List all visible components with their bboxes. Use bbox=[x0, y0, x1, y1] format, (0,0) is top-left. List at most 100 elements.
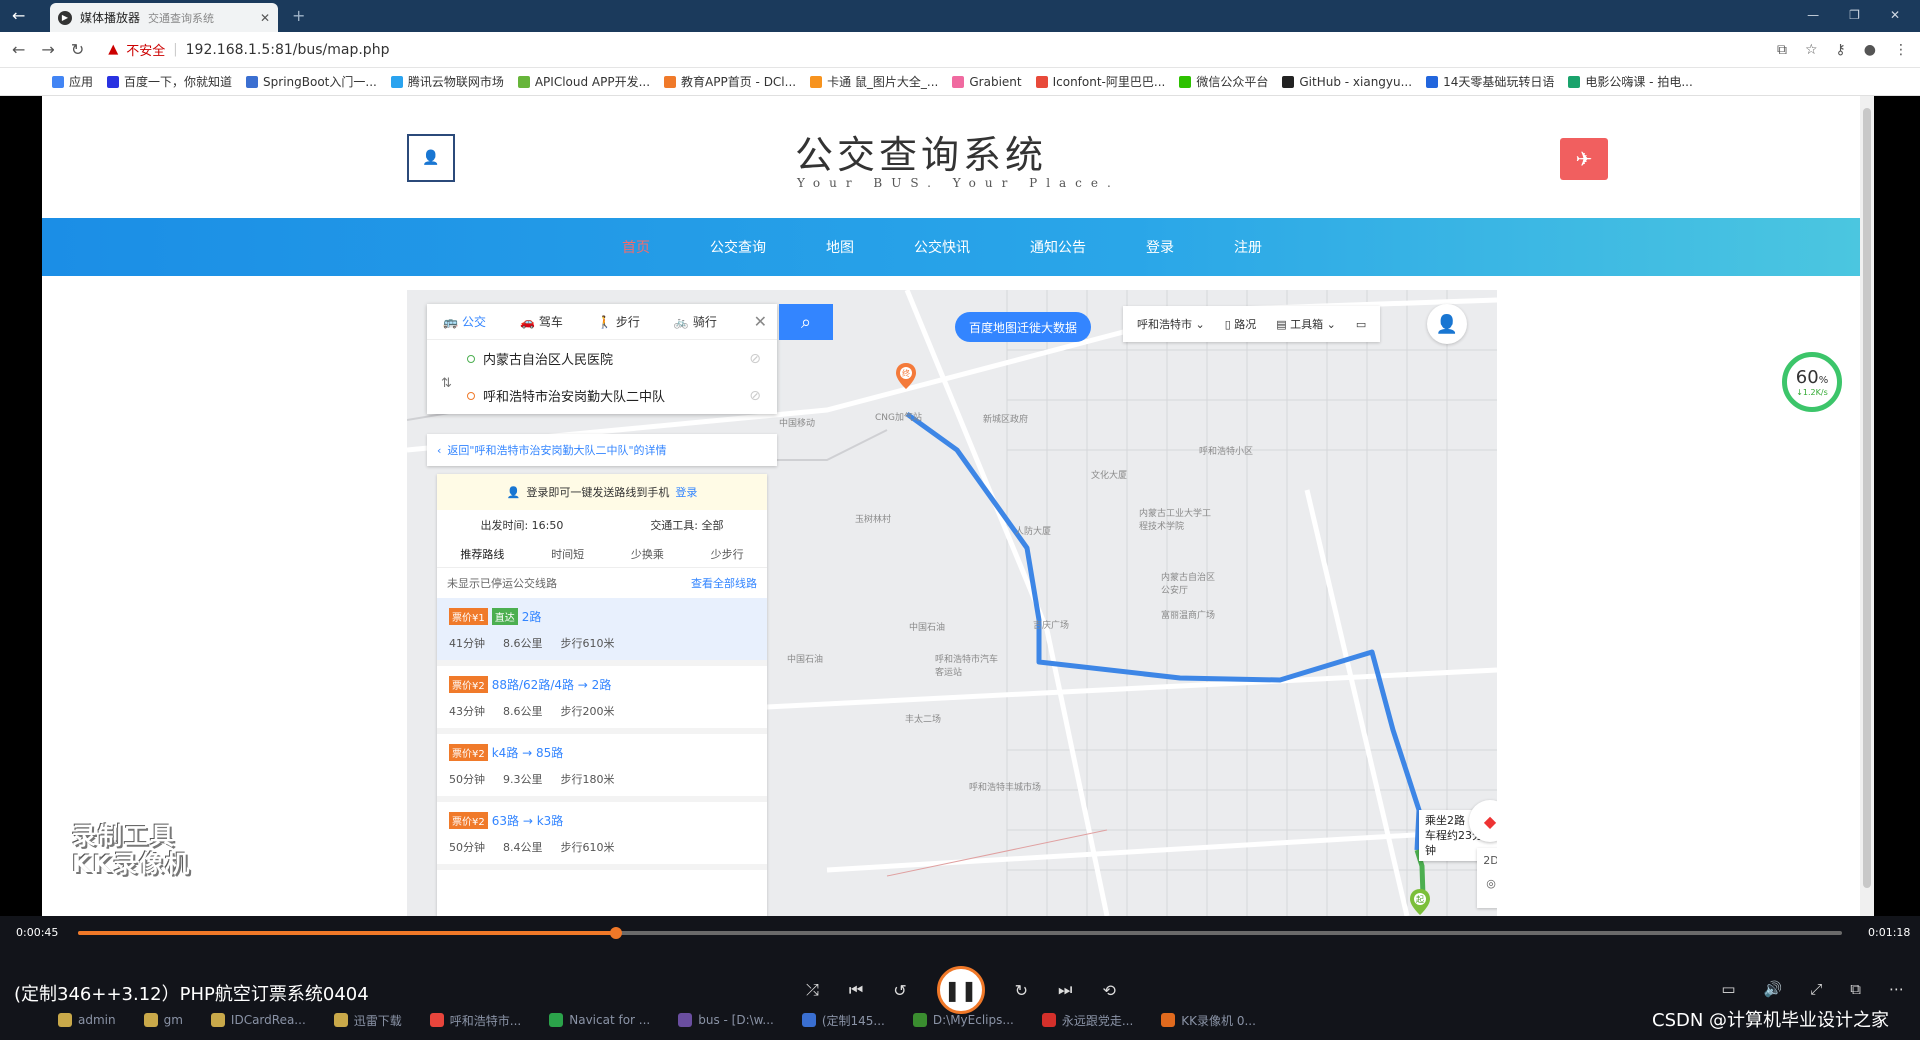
taskbar-item[interactable]: 呼和浩特市... bbox=[429, 1012, 521, 1029]
view-all-link[interactable]: 查看全部线路 bbox=[691, 575, 757, 591]
depart-time-select[interactable]: 出发时间: 16:50 bbox=[480, 517, 563, 533]
clear-end-icon[interactable]: ⊘ bbox=[749, 388, 761, 404]
nav-item[interactable]: 公交快讯 bbox=[914, 237, 970, 257]
tab-close-icon[interactable]: ✕ bbox=[260, 11, 270, 25]
taskbar-item[interactable]: Navicat for ... bbox=[549, 1013, 650, 1027]
bookmark-item[interactable]: 应用 bbox=[52, 73, 93, 90]
route-plan[interactable]: 票价¥2 88路/62路/4路 → 2路 43分钟 8.6公里 步行200米 bbox=[437, 666, 767, 734]
miniplayer-icon[interactable]: ⧉ bbox=[1850, 980, 1861, 998]
subtitles-icon[interactable]: ▭ bbox=[1721, 980, 1735, 998]
nav-item[interactable]: 登录 bbox=[1146, 237, 1174, 257]
taskbar-item[interactable]: 迅雷下载 bbox=[333, 1012, 402, 1029]
bookmark-item[interactable]: 微信公众平台 bbox=[1179, 73, 1268, 90]
start-input[interactable]: 内蒙古自治区人民医院 ⊘ bbox=[427, 340, 777, 377]
route-plan[interactable]: 票价¥2 63路 → k3路 50分钟 8.4公里 步行610米 bbox=[437, 802, 767, 870]
bookmark-item[interactable]: GitHub - xiangyu... bbox=[1282, 75, 1412, 89]
back-icon[interactable]: ← bbox=[12, 40, 25, 59]
sort-tab[interactable]: 少步行 bbox=[711, 546, 744, 562]
2d-toggle[interactable]: 2D bbox=[1483, 854, 1497, 867]
mode-tab[interactable]: 🚌 公交 bbox=[443, 313, 486, 330]
chat-icon[interactable]: ▭ bbox=[1356, 318, 1366, 331]
route-plan[interactable]: 票价¥1 直达 2路 41分钟 8.6公里 步行610米 bbox=[437, 598, 767, 666]
migration-banner[interactable]: 百度地图迁徙大数据 bbox=[955, 312, 1092, 342]
clear-start-icon[interactable]: ⊘ bbox=[749, 351, 761, 367]
fullscreen-icon[interactable]: ⤢ bbox=[1810, 980, 1822, 998]
translate-icon[interactable]: ⧉ bbox=[1777, 42, 1787, 58]
taskbar-item[interactable]: KK录像机 0... bbox=[1161, 1012, 1256, 1029]
progress-bar[interactable] bbox=[78, 927, 1842, 939]
url-box[interactable]: ▲ 不安全 | 192.168.1.5:81/bus/map.php bbox=[108, 40, 390, 60]
scrollbar-thumb[interactable] bbox=[1863, 108, 1871, 888]
repeat-icon[interactable]: ⟲ bbox=[1102, 981, 1115, 1000]
url-text[interactable]: 192.168.1.5:81/bus/map.php bbox=[186, 42, 390, 58]
search-button[interactable]: ⌕ bbox=[779, 304, 833, 340]
forward-icon[interactable]: → bbox=[41, 40, 54, 59]
route-plan[interactable]: 票价¥2 k4路 → 85路 50分钟 9.3公里 步行180米 bbox=[437, 734, 767, 802]
nav-item[interactable]: 地图 bbox=[826, 237, 854, 257]
key-icon[interactable]: ⚷ bbox=[1836, 42, 1846, 58]
bookmark-item[interactable]: 14天零基础玩转日语 bbox=[1426, 73, 1554, 90]
more-icon[interactable]: ⋯ bbox=[1889, 980, 1904, 998]
bookmark-item[interactable]: Iconfont-阿里巴巴... bbox=[1035, 73, 1165, 90]
back-to-detail-link[interactable]: ‹ 返回"呼和浩特市治安岗勤大队二中队"的详情 bbox=[427, 434, 777, 466]
map-user-icon[interactable]: 👤 bbox=[1427, 304, 1467, 344]
volume-icon[interactable]: 🔊 bbox=[1764, 980, 1783, 998]
rewind-10-icon[interactable]: ↺ bbox=[893, 981, 906, 1000]
bookmark-item[interactable]: 百度一下，你就知道 bbox=[107, 73, 232, 90]
bookmark-item[interactable]: SpringBoot入门一... bbox=[246, 73, 377, 90]
minimize-icon[interactable]: — bbox=[1807, 8, 1819, 22]
star-icon[interactable]: ☆ bbox=[1805, 42, 1818, 58]
nav-item[interactable]: 公交查询 bbox=[710, 237, 766, 257]
taskbar-item[interactable]: IDCardRea... bbox=[210, 1013, 306, 1027]
swap-icon[interactable]: ⇅ bbox=[441, 376, 452, 391]
mode-tab[interactable]: 🚗 驾车 bbox=[520, 313, 563, 330]
close-panel-icon[interactable]: ✕ bbox=[754, 312, 767, 331]
user-avatar-button[interactable]: 👤 bbox=[407, 134, 455, 182]
taskbar-item[interactable]: 永远跟党走... bbox=[1041, 1012, 1133, 1029]
baidu-map[interactable]: 中国移动 CNG加气站 新城区政府 呼和浩特小区 文化大厦 玉树林村 人防大厦 … bbox=[407, 290, 1497, 916]
nav-item[interactable]: 通知公告 bbox=[1030, 237, 1086, 257]
player-back-icon[interactable]: ← bbox=[12, 6, 25, 25]
reload-icon[interactable]: ↻ bbox=[71, 40, 84, 59]
sort-tab[interactable]: 少换乘 bbox=[631, 546, 664, 562]
taskbar-item[interactable]: D:\MyEclips... bbox=[912, 1013, 1014, 1027]
taskbar-item[interactable]: admin bbox=[58, 1013, 116, 1027]
bookmark-item[interactable]: 卡通 鼠_图片大全_... bbox=[810, 73, 938, 90]
restore-icon[interactable]: ❐ bbox=[1849, 8, 1860, 22]
bookmark-item[interactable]: 腾讯云物联网市场 bbox=[390, 73, 504, 90]
bookmark-item[interactable]: 电影公嗨课 - 拍电... bbox=[1568, 73, 1693, 90]
nav-item[interactable]: 注册 bbox=[1234, 237, 1262, 257]
bookmark-item[interactable]: Grabient bbox=[952, 75, 1022, 89]
city-select[interactable]: 呼和浩特市 ⌄ bbox=[1137, 316, 1205, 332]
new-tab-icon[interactable]: + bbox=[292, 6, 305, 25]
toolbox-button[interactable]: ▤ 工具箱 ⌄ bbox=[1276, 316, 1336, 332]
end-input[interactable]: 呼和浩特市治安岗勤大队二中队 ⊘ bbox=[427, 377, 777, 414]
profile-icon[interactable]: ● bbox=[1864, 42, 1876, 58]
sort-tab[interactable]: 推荐路线 bbox=[460, 546, 504, 562]
bookmark-item[interactable]: 教育APP首页 - DCl... bbox=[664, 73, 796, 90]
mode-tab[interactable]: 🚲 骑行 bbox=[674, 313, 717, 330]
next-icon[interactable]: ⏭ bbox=[1058, 980, 1072, 1000]
browser-tab[interactable]: ▶ 媒体播放器 交通查询系统 ✕ bbox=[50, 3, 278, 32]
bookmark-item[interactable]: APICloud APP开发... bbox=[517, 73, 650, 90]
forward-30-icon[interactable]: ↻ bbox=[1015, 981, 1028, 1000]
menu-icon[interactable]: ⋮ bbox=[1894, 42, 1908, 58]
previous-icon[interactable]: ⏮ bbox=[849, 980, 863, 1000]
transport-select[interactable]: 交通工具: 全部 bbox=[650, 517, 723, 533]
end-marker-icon[interactable]: 终 bbox=[895, 362, 917, 390]
shuffle-icon[interactable]: ⤮ bbox=[806, 980, 819, 1000]
taskbar-item[interactable]: bus - [D:\w... bbox=[678, 1013, 774, 1027]
locate-icon[interactable]: ◎ bbox=[1486, 877, 1496, 890]
login-link[interactable]: 登录 bbox=[675, 484, 697, 500]
taskbar-item[interactable]: gm bbox=[143, 1013, 183, 1027]
progress-knob[interactable] bbox=[610, 927, 623, 939]
nav-item[interactable]: 首页 bbox=[622, 237, 650, 257]
start-marker-icon[interactable]: 起 bbox=[1409, 888, 1431, 916]
taskbar-item[interactable]: (定制145... bbox=[801, 1012, 885, 1029]
traffic-button[interactable]: ▯ 路况 bbox=[1225, 316, 1257, 332]
sort-tab[interactable]: 时间短 bbox=[551, 546, 584, 562]
mode-tab[interactable]: 🚶 步行 bbox=[597, 313, 640, 330]
flight-button[interactable]: ✈ bbox=[1560, 138, 1608, 180]
close-window-icon[interactable]: ✕ bbox=[1890, 8, 1900, 22]
page-scrollbar[interactable] bbox=[1860, 96, 1874, 916]
